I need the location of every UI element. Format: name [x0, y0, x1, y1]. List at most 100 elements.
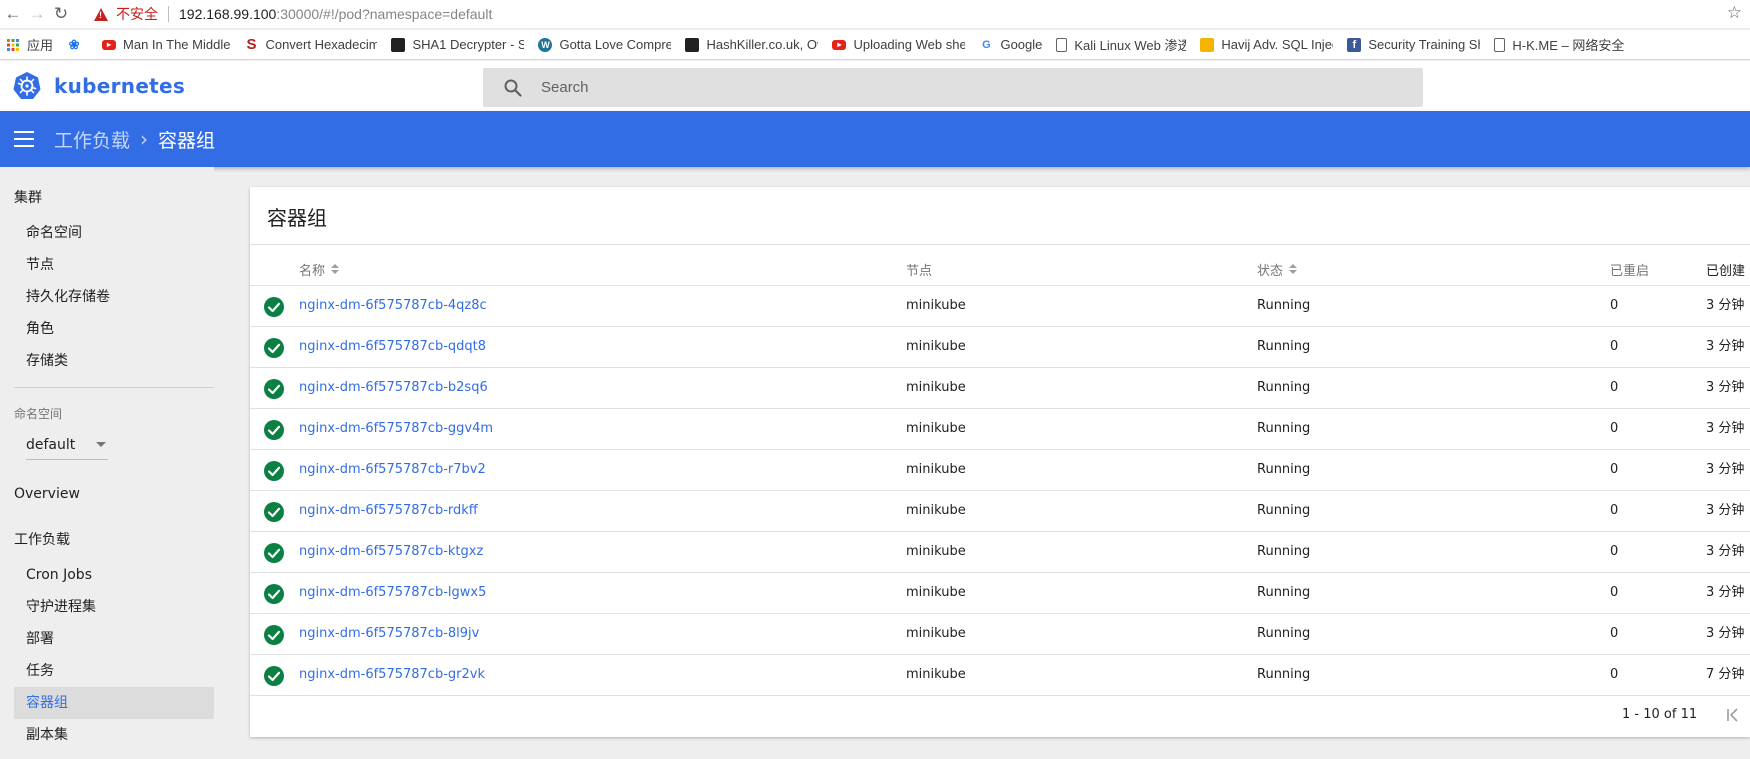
breadcrumb-workloads[interactable]: 工作负载 — [54, 126, 130, 153]
search-input[interactable] — [541, 79, 1391, 96]
bookmark-item[interactable]: G Google — [979, 37, 1042, 52]
namespace-select[interactable]: default — [26, 430, 108, 460]
url-field[interactable]: 不安全 192.168.99.100:30000/#!/pod?namespac… — [94, 2, 492, 26]
sidebar-item-replica-sets[interactable]: 副本集 — [14, 719, 214, 751]
pod-node: minikube — [906, 421, 966, 436]
pod-status: Running — [1257, 544, 1311, 559]
s-logo-icon: S — [246, 36, 257, 53]
pod-name-link[interactable]: nginx-dm-6f575787cb-4qz8c — [299, 286, 487, 326]
pod-status: Running — [1257, 585, 1311, 600]
sidebar-item-pods[interactable]: 容器组 — [14, 687, 214, 719]
pod-node: minikube — [906, 585, 966, 600]
pod-restarts: 0 — [1610, 298, 1619, 313]
sidebar-item-storage-classes[interactable]: 存储类 — [14, 345, 214, 377]
bookmark-label: Google — [1000, 37, 1043, 52]
table-row: nginx-dm-6f575787cb-lgwx5 minikube Running… — [250, 572, 1750, 613]
sidebar-item-cron-jobs[interactable]: Cron Jobs — [14, 559, 214, 591]
sidebar-item-daemon-sets[interactable]: 守护进程集 — [14, 591, 214, 623]
pod-restarts: 0 — [1610, 462, 1619, 477]
search-bar[interactable] — [483, 68, 1423, 107]
table-bottom-divider — [250, 695, 1750, 696]
pod-restarts: 0 — [1610, 667, 1619, 682]
bookmark-item[interactable]: Kali Linux Web 渗透 — [1056, 35, 1186, 54]
sidebar-item-jobs[interactable]: 任务 — [14, 655, 214, 687]
forward-icon[interactable]: → — [26, 3, 48, 25]
check-circle-icon — [264, 461, 284, 481]
first-page-icon[interactable] — [1723, 705, 1743, 725]
pod-age: 3 分钟 — [1706, 421, 1745, 436]
table-row: nginx-dm-6f575787cb-rdkff minikube Running… — [250, 490, 1750, 531]
check-circle-icon — [264, 338, 284, 358]
bookmark-item[interactable]: HashKiller.co.uk, Ov — [685, 37, 818, 52]
pod-name-link[interactable]: nginx-dm-6f575787cb-r7bv2 — [299, 450, 486, 490]
bookmark-item[interactable]: f Security Training Sh — [1347, 37, 1480, 52]
insecure-label: 不安全 — [116, 6, 158, 22]
bookmark-site-icon — [391, 37, 406, 52]
bookmark-item[interactable]: Havij Adv. SQL Injec — [1200, 37, 1333, 52]
bookmark-label: Convert Hexadecim — [265, 37, 378, 52]
sidebar-item-nodes[interactable]: 节点 — [14, 249, 214, 281]
sort-icon[interactable] — [1289, 264, 1298, 274]
browser-address-bar: ← → ↻ 不安全 192.168.99.100:30000/#!/pod?na… — [0, 0, 1750, 28]
pod-name-link[interactable]: nginx-dm-6f575787cb-gr2vk — [299, 655, 485, 695]
check-circle-icon — [264, 625, 284, 645]
kubernetes-logo-icon[interactable] — [12, 71, 42, 101]
pod-node: minikube — [906, 544, 966, 559]
havij-icon — [1200, 37, 1215, 52]
pod-name-link[interactable]: nginx-dm-6f575787cb-lgwx5 — [299, 573, 486, 613]
bookmark-item[interactable]: SHA1 Decrypter - S — [391, 37, 524, 52]
sidebar-item-persistent-volumes[interactable]: 持久化存储卷 — [14, 281, 214, 313]
sort-icon[interactable] — [331, 264, 340, 274]
pod-status: Running — [1257, 380, 1311, 395]
pod-age: 3 分钟 — [1706, 462, 1745, 477]
pod-restarts: 0 — [1610, 503, 1619, 518]
card-title: 容器组 — [267, 206, 327, 230]
app-brand[interactable]: kubernetes — [54, 74, 185, 98]
pod-name-link[interactable]: nginx-dm-6f575787cb-rdkff — [299, 491, 478, 531]
bookmark-star-icon[interactable]: ☆ — [1727, 3, 1742, 23]
check-circle-icon — [264, 666, 284, 686]
pagination-range: 1 - 10 of 11 — [1622, 707, 1698, 722]
pod-status: Running — [1257, 421, 1311, 436]
sidebar-item-deployments[interactable]: 部署 — [14, 623, 214, 655]
search-icon — [504, 79, 522, 97]
pod-age: 3 分钟 — [1706, 380, 1745, 395]
youtube-icon: ▸ — [832, 39, 847, 50]
sidebar-item-roles[interactable]: 角色 — [14, 313, 214, 345]
sidebar-heading-workloads[interactable]: 工作负载 — [14, 529, 70, 549]
bookmark-item[interactable]: W Gotta Love Compre — [538, 37, 671, 52]
check-circle-icon — [264, 502, 284, 522]
namespace-value: default — [26, 436, 76, 453]
pod-name-link[interactable]: nginx-dm-6f575787cb-ggv4m — [299, 409, 493, 449]
sidebar-item-overview[interactable]: Overview — [14, 486, 80, 502]
bookmark-item[interactable]: 应用 — [6, 35, 53, 54]
column-header-age[interactable]: 已创建 — [1706, 255, 1745, 283]
pod-status: Running — [1257, 298, 1311, 313]
column-header-status[interactable]: 状态 — [1257, 255, 1298, 283]
pod-status: Running — [1257, 667, 1311, 682]
pod-status: Running — [1257, 503, 1311, 518]
sidebar-heading-cluster[interactable]: 集群 — [14, 187, 42, 207]
bookmark-item[interactable]: ❀ — [67, 37, 88, 52]
bookmark-item[interactable]: ▸ Uploading Web she — [832, 37, 965, 52]
bookmark-item[interactable]: H-K.ME – 网络安全氵 — [1494, 35, 1624, 54]
reload-icon[interactable]: ↻ — [50, 3, 72, 25]
pod-name-link[interactable]: nginx-dm-6f575787cb-qdqt8 — [299, 327, 486, 367]
pod-node: minikube — [906, 503, 966, 518]
breadcrumb-current: 容器组 — [158, 129, 216, 152]
pod-name-link[interactable]: nginx-dm-6f575787cb-b2sq6 — [299, 368, 488, 408]
pod-name-link[interactable]: nginx-dm-6f575787cb-8l9jv — [299, 614, 479, 654]
bookmark-item[interactable]: S Convert Hexadecim — [244, 36, 378, 53]
pod-name-link[interactable]: nginx-dm-6f575787cb-ktgxz — [299, 532, 483, 572]
wordpress-icon: W — [538, 37, 553, 52]
hamburger-menu-icon[interactable] — [14, 131, 34, 147]
back-icon[interactable]: ← — [2, 3, 24, 25]
column-header-name[interactable]: 名称 — [299, 255, 340, 283]
check-circle-icon — [264, 543, 284, 563]
bookmark-label: Uploading Web she — [853, 37, 966, 52]
pod-node: minikube — [906, 380, 966, 395]
sidebar-item-namespaces[interactable]: 命名空间 — [14, 217, 214, 249]
check-circle-icon — [264, 297, 284, 317]
pod-status: Running — [1257, 339, 1311, 354]
bookmark-item[interactable]: ▸ Man In The Middle — [102, 37, 230, 52]
